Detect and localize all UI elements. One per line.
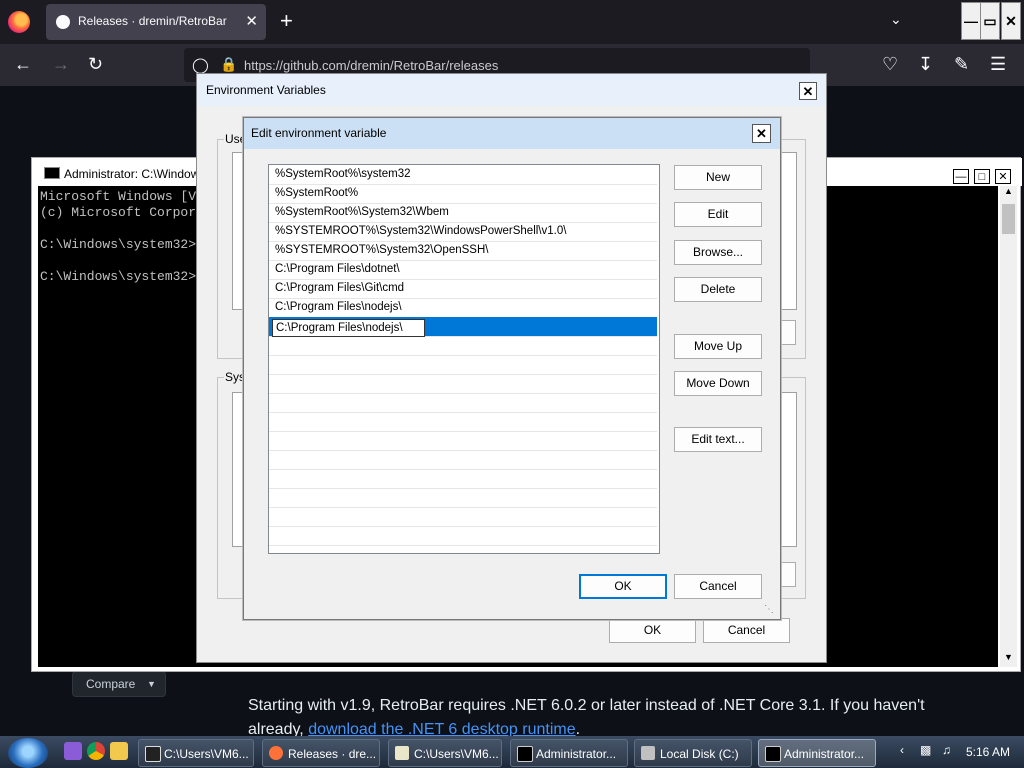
move-down-button[interactable]: Move Down xyxy=(674,371,762,396)
env-title-bar[interactable]: Environment Variables xyxy=(197,74,826,106)
edit-text-button[interactable]: Edit text... xyxy=(674,427,762,452)
close-button[interactable]: ✕ xyxy=(1001,2,1021,40)
cmd-icon xyxy=(765,746,781,762)
env-ok-button[interactable]: OK xyxy=(609,618,696,643)
empty-row[interactable] xyxy=(269,412,657,432)
taskbar-item-active[interactable]: Administrator... xyxy=(758,739,876,767)
release-note: Starting with v1.9, RetroBar requires .N… xyxy=(248,697,925,738)
reload-icon[interactable]: ↻ xyxy=(88,54,103,75)
empty-row[interactable] xyxy=(269,488,657,508)
taskbar-item[interactable]: C:\Users\VM6... xyxy=(138,739,254,767)
empty-row[interactable] xyxy=(269,393,657,413)
taskbar-item[interactable]: Local Disk (C:) xyxy=(634,739,752,767)
env-close-button[interactable]: ✕ xyxy=(799,82,817,100)
empty-row[interactable] xyxy=(269,336,657,356)
cmd-close-button[interactable]: ✕ xyxy=(995,169,1011,184)
tab-title: Releases · dremin/RetroBar xyxy=(78,14,227,28)
edit-environment-variable-dialog[interactable]: Edit environment variable ✕ %SystemRoot%… xyxy=(243,117,781,620)
extensions-icon[interactable]: ✎ xyxy=(954,54,969,75)
restore-button[interactable]: ▭ xyxy=(980,2,1000,40)
env-cancel-button[interactable]: Cancel xyxy=(703,618,790,643)
move-up-button[interactable]: Move Up xyxy=(674,334,762,359)
list-item[interactable]: %SystemRoot% xyxy=(269,184,657,204)
drive-icon xyxy=(641,746,655,760)
list-item[interactable]: %SYSTEMROOT%\System32\OpenSSH\ xyxy=(269,241,657,261)
taskbar-item[interactable]: Administrator... xyxy=(510,739,628,767)
downloads-icon[interactable]: ↧ xyxy=(918,54,933,75)
edit-ok-button[interactable]: OK xyxy=(579,574,667,599)
empty-row[interactable] xyxy=(269,355,657,375)
visual-studio-icon[interactable] xyxy=(64,742,82,760)
list-tabs-chevron-icon[interactable]: ⌄ xyxy=(890,11,902,28)
empty-row[interactable] xyxy=(269,469,657,489)
firefox-icon xyxy=(269,746,283,760)
notepad-icon xyxy=(395,746,409,760)
resize-grip-icon[interactable]: ⋱ xyxy=(764,604,774,615)
new-button[interactable]: New xyxy=(674,165,762,190)
cmd-maximize-button[interactable]: □ xyxy=(974,169,990,184)
env-title: Environment Variables xyxy=(206,83,326,97)
volume-icon[interactable]: ♫ xyxy=(942,743,951,757)
caret-down-icon: ▼ xyxy=(147,679,156,689)
delete-button[interactable]: Delete xyxy=(674,277,762,302)
empty-row[interactable] xyxy=(269,431,657,451)
list-item[interactable]: %SYSTEMROOT%\System32\WindowsPowerShell\… xyxy=(269,222,657,242)
clock[interactable]: 5:16 AM xyxy=(966,745,1010,759)
7zip-icon xyxy=(145,746,161,762)
minimize-button[interactable]: — xyxy=(961,2,981,40)
start-button[interactable] xyxy=(8,738,48,768)
edit-cancel-button[interactable]: Cancel xyxy=(674,574,762,599)
empty-row[interactable] xyxy=(269,450,657,470)
list-item[interactable]: %SystemRoot%\System32\Wbem xyxy=(269,203,657,223)
taskbar-item[interactable]: C:\Users\VM6... xyxy=(388,739,502,767)
browser-tab[interactable]: Releases · dremin/RetroBar ✕ xyxy=(46,4,266,40)
list-item[interactable]: C:\Program Files\dotnet\ xyxy=(269,260,657,280)
compare-button[interactable]: Compare ▼ xyxy=(72,671,166,697)
shield-icon[interactable]: ◯ xyxy=(192,56,209,74)
firefox-logo-icon[interactable] xyxy=(8,11,30,33)
browse-button[interactable]: Browse... xyxy=(674,240,762,265)
back-icon[interactable]: ← xyxy=(14,54,32,75)
scroll-thumb[interactable] xyxy=(1002,204,1015,234)
edit-button[interactable]: Edit xyxy=(674,202,762,227)
network-icon[interactable]: ▩ xyxy=(920,743,931,757)
edit-title-bar[interactable]: Edit environment variable xyxy=(244,118,780,149)
cmd-icon xyxy=(517,746,533,762)
list-item[interactable]: %SystemRoot%\system32 xyxy=(269,165,657,185)
taskbar-item[interactable]: Releases · dre... xyxy=(262,739,380,767)
browser-tab-bar: Releases · dremin/RetroBar ✕ + ⌄ — ▭ ✕ xyxy=(0,0,1024,44)
chrome-icon[interactable] xyxy=(87,742,105,760)
list-item[interactable]: C:\Program Files\nodejs\ xyxy=(269,298,657,318)
github-icon xyxy=(56,15,70,29)
empty-row[interactable] xyxy=(269,526,657,546)
forward-icon[interactable]: → xyxy=(52,54,70,75)
edit-close-button[interactable]: ✕ xyxy=(752,124,771,143)
menu-icon[interactable]: ☰ xyxy=(990,54,1006,75)
url-text[interactable]: https://github.com/dremin/RetroBar/relea… xyxy=(244,58,498,73)
cmd-minimize-button[interactable]: — xyxy=(953,169,969,184)
scroll-down-icon[interactable]: ▼ xyxy=(1002,652,1015,666)
tray-chevron-icon[interactable]: ‹ xyxy=(900,743,904,757)
explorer-icon[interactable] xyxy=(110,742,128,760)
path-list[interactable]: %SystemRoot%\system32 %SystemRoot% %Syst… xyxy=(268,164,660,554)
empty-row[interactable] xyxy=(269,507,657,527)
cmd-scrollbar[interactable]: ▲ ▼ xyxy=(1000,186,1017,667)
lock-icon[interactable]: 🔒 xyxy=(220,56,237,73)
scroll-up-icon[interactable]: ▲ xyxy=(1002,186,1015,200)
cmd-icon xyxy=(44,167,60,179)
inline-edit-input[interactable]: C:\Program Files\nodejs\ xyxy=(272,319,425,337)
edit-title: Edit environment variable xyxy=(251,126,387,140)
list-item[interactable]: C:\Program Files\Git\cmd xyxy=(269,279,657,299)
tab-close-icon[interactable]: ✕ xyxy=(245,12,258,30)
new-tab-button[interactable]: + xyxy=(280,8,293,34)
pocket-icon[interactable]: ♡ xyxy=(882,54,898,75)
empty-row[interactable] xyxy=(269,374,657,394)
